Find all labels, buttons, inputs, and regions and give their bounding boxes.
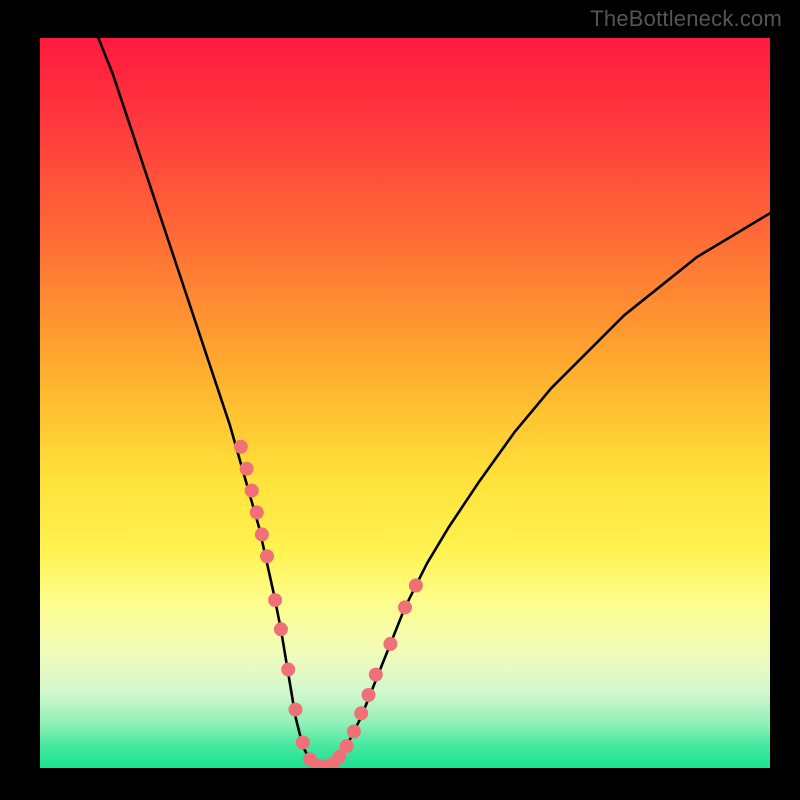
marker-dot <box>289 703 303 717</box>
marker-dot <box>362 688 376 702</box>
watermark-text: TheBottleneck.com <box>590 6 782 32</box>
curve-svg <box>40 38 770 768</box>
chart-frame: TheBottleneck.com <box>0 0 800 800</box>
bottleneck-curve-path <box>98 38 770 768</box>
marker-dot <box>250 506 264 520</box>
marker-dot <box>274 622 288 636</box>
marker-dot <box>268 593 282 607</box>
marker-dot <box>245 484 259 498</box>
marker-dot <box>354 706 368 720</box>
marker-dot <box>398 600 412 614</box>
marker-dot <box>240 462 254 476</box>
marker-dot <box>383 637 397 651</box>
marker-dot <box>340 739 354 753</box>
marker-dot <box>234 440 248 454</box>
marker-dot <box>369 668 383 682</box>
marker-dot <box>281 663 295 677</box>
marker-dot <box>347 725 361 739</box>
plot-area <box>40 38 770 768</box>
marker-dot <box>260 549 274 563</box>
marker-dots-group <box>234 440 423 768</box>
marker-dot <box>409 579 423 593</box>
marker-dot <box>296 736 310 750</box>
marker-dot <box>255 527 269 541</box>
